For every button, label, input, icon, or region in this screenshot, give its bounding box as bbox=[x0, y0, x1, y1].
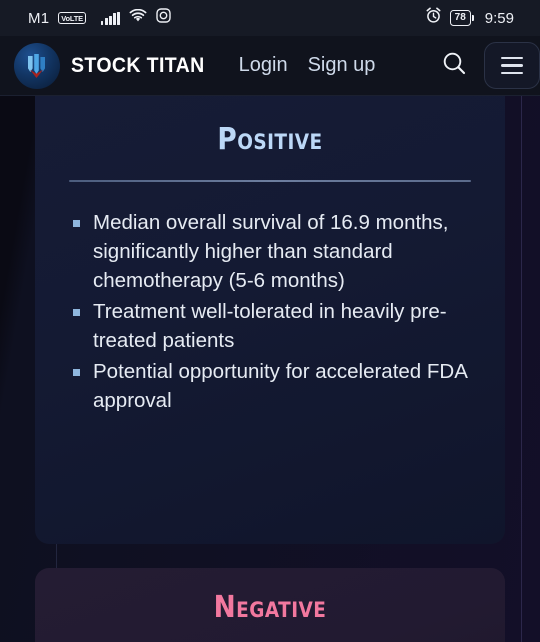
battery-icon: 78 bbox=[449, 10, 471, 26]
status-bar-right: 78 9:59 bbox=[425, 7, 514, 29]
positive-card-divider bbox=[69, 180, 471, 182]
positive-bullet-list: Median overall survival of 16.9 months, … bbox=[69, 208, 471, 415]
clock-time: 9:59 bbox=[484, 9, 514, 27]
signup-link[interactable]: Sign up bbox=[308, 54, 376, 77]
search-button[interactable] bbox=[428, 36, 480, 95]
hamburger-menu-icon-bar bbox=[501, 71, 523, 75]
brand-home-link[interactable]: STOCK TITAN bbox=[14, 42, 215, 89]
alarm-clock-icon bbox=[425, 7, 442, 29]
camera-icon bbox=[156, 8, 171, 28]
status-bar: M1 VoLTE 78 9:59 bbox=[0, 0, 540, 36]
navbar-actions bbox=[428, 36, 540, 95]
negative-card-title: Negative bbox=[213, 590, 327, 625]
search-icon bbox=[441, 50, 468, 82]
wifi-icon bbox=[129, 8, 147, 28]
negative-card: Negative None. bbox=[35, 568, 505, 642]
login-link[interactable]: Login bbox=[239, 54, 288, 77]
hamburger-menu-icon bbox=[501, 56, 523, 60]
stock-titan-shield-logo-icon bbox=[14, 42, 60, 89]
status-bar-left: M1 VoLTE bbox=[28, 8, 171, 28]
signal-bars-icon bbox=[100, 11, 120, 25]
hamburger-menu-icon-bar bbox=[501, 64, 523, 67]
list-item: Median overall survival of 16.9 months, … bbox=[69, 208, 471, 295]
nav-links: Login Sign up bbox=[239, 54, 376, 77]
navbar: STOCK TITAN Login Sign up bbox=[0, 36, 540, 96]
carrier-label: M1 bbox=[28, 9, 50, 27]
hamburger-menu-button[interactable] bbox=[484, 42, 540, 89]
list-item: Potential opportunity for accelerated FD… bbox=[69, 357, 471, 415]
page-content: Positive Median overall survival of 16.9… bbox=[0, 96, 540, 642]
positive-card: Positive Median overall survival of 16.9… bbox=[35, 96, 505, 544]
volte-badge: VoLTE bbox=[58, 11, 86, 25]
positive-card-title: Positive bbox=[217, 122, 323, 157]
list-item: Treatment well-tolerated in heavily pre-… bbox=[69, 297, 471, 355]
brand-name: STOCK TITAN bbox=[71, 53, 205, 77]
